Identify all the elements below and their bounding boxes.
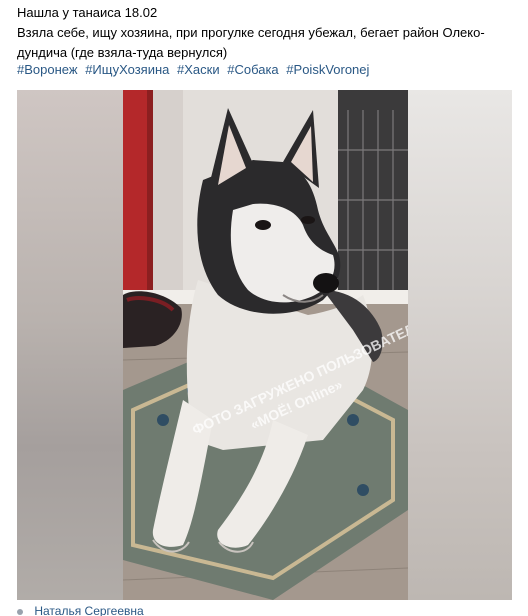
hashtag-sobaka[interactable]: #Собака <box>227 62 278 77</box>
post-card: Нашла у танаиса 18.02 Взяла себе, ищу хо… <box>0 0 528 616</box>
husky-nose <box>313 273 339 293</box>
red-door-frame <box>123 90 147 300</box>
hashtag-list: #Воронеж #ИщуХозяина #Хаски #Собака #Poi… <box>17 60 373 80</box>
author-dot-icon <box>17 608 23 615</box>
author-name[interactable]: Наталья Сергеевна <box>34 604 143 616</box>
hashtag-poisk-voronej[interactable]: #PoiskVoronej <box>286 62 369 77</box>
hashtag-khaski[interactable]: #Хаски <box>177 62 220 77</box>
post-text-line: Нашла у танаиса 18.02 <box>17 5 158 20</box>
post-text-line: Взяла себе, ищу хозяина, при прогулке се… <box>17 25 485 40</box>
husky-left-eye <box>255 220 271 230</box>
photo-blur-background-right <box>408 90 512 600</box>
hashtag-voronezh[interactable]: #Воронеж <box>17 62 78 77</box>
photo-blur-background-left <box>17 90 123 600</box>
husky-photo[interactable]: ФОТО ЗАГРУЖЕНО ПОЛЬЗОВАТЕЛЕМ «МОЁ! Onlin… <box>123 90 408 600</box>
photo-attachment[interactable]: ФОТО ЗАГРУЖЕНО ПОЛЬЗОВАТЕЛЕМ «МОЁ! Onlin… <box>17 90 512 600</box>
hashtag-ishchu-khozyaina[interactable]: #ИщуХозяина <box>85 62 169 77</box>
post-text: Нашла у танаиса 18.02 Взяла себе, ищу хо… <box>17 3 517 63</box>
author-signature[interactable]: Наталья Сергеевна <box>17 604 144 616</box>
husky-right-eye <box>301 216 315 224</box>
door-frame-edge <box>147 90 153 305</box>
